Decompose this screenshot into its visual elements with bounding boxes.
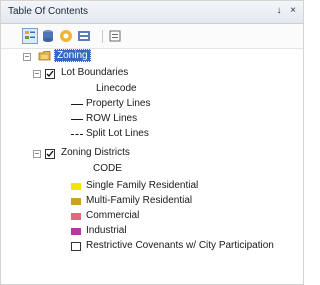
legend-label-split-lot-lines: Split Lot Lines: [86, 128, 149, 139]
legend-swatch-restrictive-covenants: [71, 242, 81, 251]
legend-label-row-lines: ROW Lines: [86, 113, 138, 124]
collapse-lot-boundaries-button[interactable]: −: [33, 70, 41, 78]
legend-label-restrictive-covenants: Restrictive Covenants w/ City Participat…: [86, 240, 274, 251]
list-by-visibility-icon[interactable]: [58, 28, 74, 44]
group-layer-icon: [38, 50, 52, 65]
legend-swatch-commercial: [71, 213, 81, 220]
lot-boundaries-visibility-checkbox[interactable]: [45, 69, 55, 79]
collapse-zoning-districts-button[interactable]: −: [33, 150, 41, 158]
list-by-source-icon[interactable]: [40, 28, 56, 44]
zoning-districts-field-name: CODE: [93, 163, 122, 174]
zoning-districts-visibility-checkbox[interactable]: [45, 149, 55, 159]
layer-name-zoning-districts[interactable]: Zoning Districts: [61, 147, 130, 158]
legend-symbol-split-lot-lines: [71, 134, 83, 135]
legend-swatch-industrial: [71, 228, 81, 235]
group-layer-zoning[interactable]: Zoning: [54, 49, 91, 62]
list-by-selection-icon[interactable]: [76, 28, 92, 44]
legend-swatch-single-family: [71, 183, 81, 190]
layer-name-lot-boundaries[interactable]: Lot Boundaries: [61, 67, 128, 78]
toc-toolbar: [1, 24, 303, 49]
lot-boundaries-field-name: Linecode: [96, 83, 137, 94]
legend-symbol-row-lines: [71, 119, 83, 120]
legend-label-property-lines: Property Lines: [86, 98, 151, 109]
auto-hide-pin-button[interactable]: ↓: [273, 5, 285, 17]
collapse-zoning-button[interactable]: −: [23, 53, 31, 61]
table-of-contents-panel: Table Of Contents ↓ × − Zoning − Lot Bou…: [0, 0, 304, 285]
toolbar-separator: [102, 30, 103, 43]
legend-label-single-family: Single Family Residential: [86, 180, 199, 191]
window-titlebar[interactable]: Table Of Contents ↓ ×: [1, 1, 303, 24]
layer-tree: − Zoning − Lot Boundaries Linecode Prope…: [1, 49, 303, 284]
close-button[interactable]: ×: [287, 5, 299, 17]
legend-swatch-multi-family: [71, 198, 81, 205]
legend-label-multi-family: Multi-Family Residential: [86, 195, 193, 206]
legend-label-commercial: Commercial: [86, 210, 140, 221]
legend-label-industrial: Industrial: [86, 225, 127, 236]
list-by-drawing-order-icon[interactable]: [22, 28, 38, 44]
window-title: Table Of Contents: [8, 6, 89, 17]
options-icon[interactable]: [107, 28, 123, 44]
legend-symbol-property-lines: [71, 104, 83, 105]
